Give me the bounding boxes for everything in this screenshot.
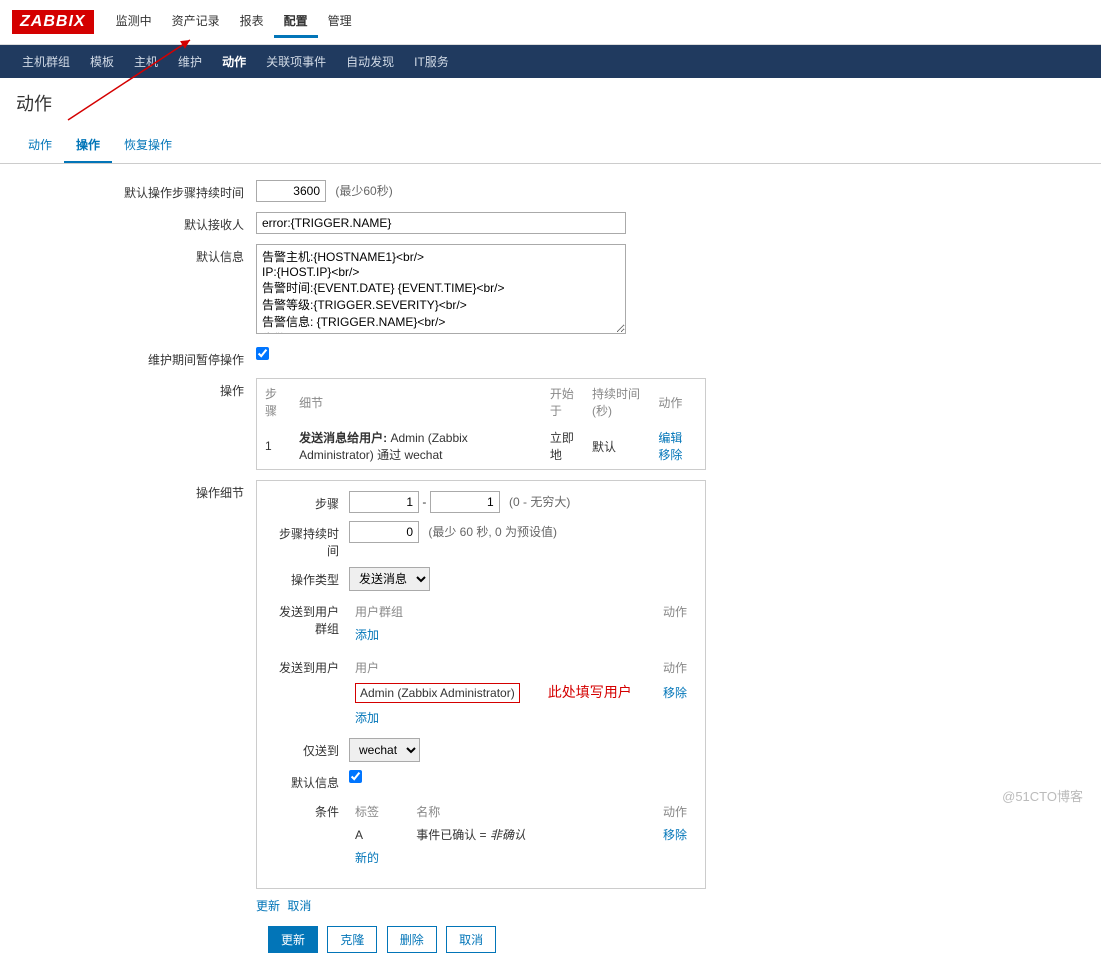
default-info-checkbox[interactable] (349, 770, 362, 783)
default-recipient-input[interactable] (256, 212, 626, 234)
sub-menu-item[interactable]: 主机群组 (12, 45, 80, 78)
ops-start: 立即地 (544, 425, 584, 467)
step-duration-input[interactable] (349, 521, 419, 543)
default-duration-input[interactable] (256, 180, 326, 202)
group-add-link[interactable]: 添加 (355, 628, 379, 642)
user-annotation: 此处填写用户 (548, 684, 632, 700)
page-title: 动作 (0, 78, 1101, 128)
cond-th-label: 标签 (351, 801, 410, 822)
sub-menu: 主机群组模板主机维护动作关联项事件自动发现IT服务 (0, 45, 1101, 78)
label-op-details: 操作细节 (16, 480, 256, 501)
operation-detail-box: 步骤 - (0 - 无穷大) 步骤持续时间 (最少 60 秒, 0 为预设值) (256, 480, 706, 889)
tab-item[interactable]: 恢复操作 (112, 128, 184, 163)
user-remove-link[interactable]: 移除 (663, 686, 687, 700)
ops-duration: 默认 (586, 425, 650, 467)
label-operations: 操作 (16, 378, 256, 399)
label-op-type: 操作类型 (269, 567, 349, 588)
group-th-user: 用户群组 (351, 601, 566, 622)
step-duration-hint: (最少 60 秒, 0 为预设值) (428, 525, 557, 539)
ops-row: 1 发送消息给用户: Admin (Zabbix Administrator) … (259, 425, 703, 467)
ops-edit-link[interactable]: 编辑 (658, 431, 682, 445)
sub-menu-item[interactable]: 模板 (80, 45, 124, 78)
label-pause-maint: 维护期间暂停操作 (16, 347, 256, 368)
top-menu-item[interactable]: 监测中 (106, 6, 162, 38)
ops-th-detail: 细节 (293, 381, 542, 423)
user-add-link[interactable]: 添加 (355, 711, 379, 725)
user-th-user: 用户 (351, 657, 655, 678)
label-default-duration: 默认操作步骤持续时间 (16, 180, 256, 201)
watermark: @51CTO博客 (1002, 786, 1083, 805)
selected-user: Admin (Zabbix Administrator) (355, 683, 520, 703)
operations-table: 步骤 细节 开始于 持续时间(秒) 动作 1 发送消息给用户: Admin (Z… (256, 378, 706, 470)
duration-hint: (最少60秒) (335, 184, 392, 198)
user-th-action: 动作 (657, 657, 691, 678)
label-send-to-user: 发送到用户 (269, 655, 349, 676)
label-send-to-group: 发送到用户群组 (269, 599, 349, 637)
sub-menu-item[interactable]: 关联项事件 (256, 45, 336, 78)
ops-th-action: 动作 (652, 381, 703, 423)
cond-name: 事件已确认 = 非确认 (416, 828, 526, 842)
label-only-send: 仅送到 (269, 738, 349, 759)
cond-th-action: 动作 (632, 801, 691, 822)
sub-menu-item[interactable]: IT服务 (404, 45, 459, 78)
cond-th-name: 名称 (412, 801, 630, 822)
ops-step: 1 (259, 425, 291, 467)
step-hint: (0 - 无穷大) (509, 495, 570, 509)
label-default-info-chk: 默认信息 (269, 770, 349, 791)
label-step-duration: 步骤持续时间 (269, 521, 349, 559)
logo: ZABBIX (12, 10, 94, 34)
ops-th-step: 步骤 (259, 381, 291, 423)
update-button[interactable]: 更新 (268, 926, 318, 953)
top-menu-item[interactable]: 资产记录 (162, 6, 230, 38)
label-default-recipient: 默认接收人 (16, 212, 256, 233)
detail-update-link[interactable]: 更新 (256, 899, 280, 913)
clone-button[interactable]: 克隆 (327, 926, 377, 953)
top-menu-item[interactable]: 配置 (274, 6, 318, 38)
top-menu-item[interactable]: 报表 (230, 6, 274, 38)
default-info-textarea[interactable]: 告警主机:{HOSTNAME1}<br/> IP:{HOST.IP}<br/> … (256, 244, 626, 334)
label-conditions: 条件 (269, 799, 349, 820)
pause-maintenance-checkbox[interactable] (256, 347, 269, 360)
sub-menu-item[interactable]: 维护 (168, 45, 212, 78)
label-step: 步骤 (269, 491, 349, 512)
cond-remove-link[interactable]: 移除 (663, 828, 687, 842)
tabs: 动作操作恢复操作 (0, 128, 1101, 164)
ops-th-duration: 持续时间(秒) (586, 381, 650, 423)
sub-menu-item[interactable]: 自动发现 (336, 45, 404, 78)
cond-label: A (351, 824, 410, 845)
group-th-action: 动作 (568, 601, 691, 622)
ops-detail-prefix: 发送消息给用户: (299, 431, 387, 445)
ops-th-start: 开始于 (544, 381, 584, 423)
only-send-select[interactable]: wechat (349, 738, 420, 762)
top-menu: 监测中资产记录报表配置管理 (106, 6, 362, 38)
sub-menu-item[interactable]: 主机 (124, 45, 168, 78)
tab-item[interactable]: 操作 (64, 128, 112, 163)
detail-cancel-link[interactable]: 取消 (287, 899, 311, 913)
step-from-input[interactable] (349, 491, 419, 513)
tab-item[interactable]: 动作 (16, 128, 64, 163)
sub-menu-item[interactable]: 动作 (212, 45, 256, 78)
cancel-button[interactable]: 取消 (446, 926, 496, 953)
delete-button[interactable]: 删除 (387, 926, 437, 953)
op-type-select[interactable]: 发送消息 (349, 567, 430, 591)
label-default-info: 默认信息 (16, 244, 256, 265)
cond-new-link[interactable]: 新的 (355, 851, 379, 865)
ops-remove-link[interactable]: 移除 (658, 448, 682, 462)
step-to-input[interactable] (430, 491, 500, 513)
top-menu-item[interactable]: 管理 (318, 6, 362, 38)
